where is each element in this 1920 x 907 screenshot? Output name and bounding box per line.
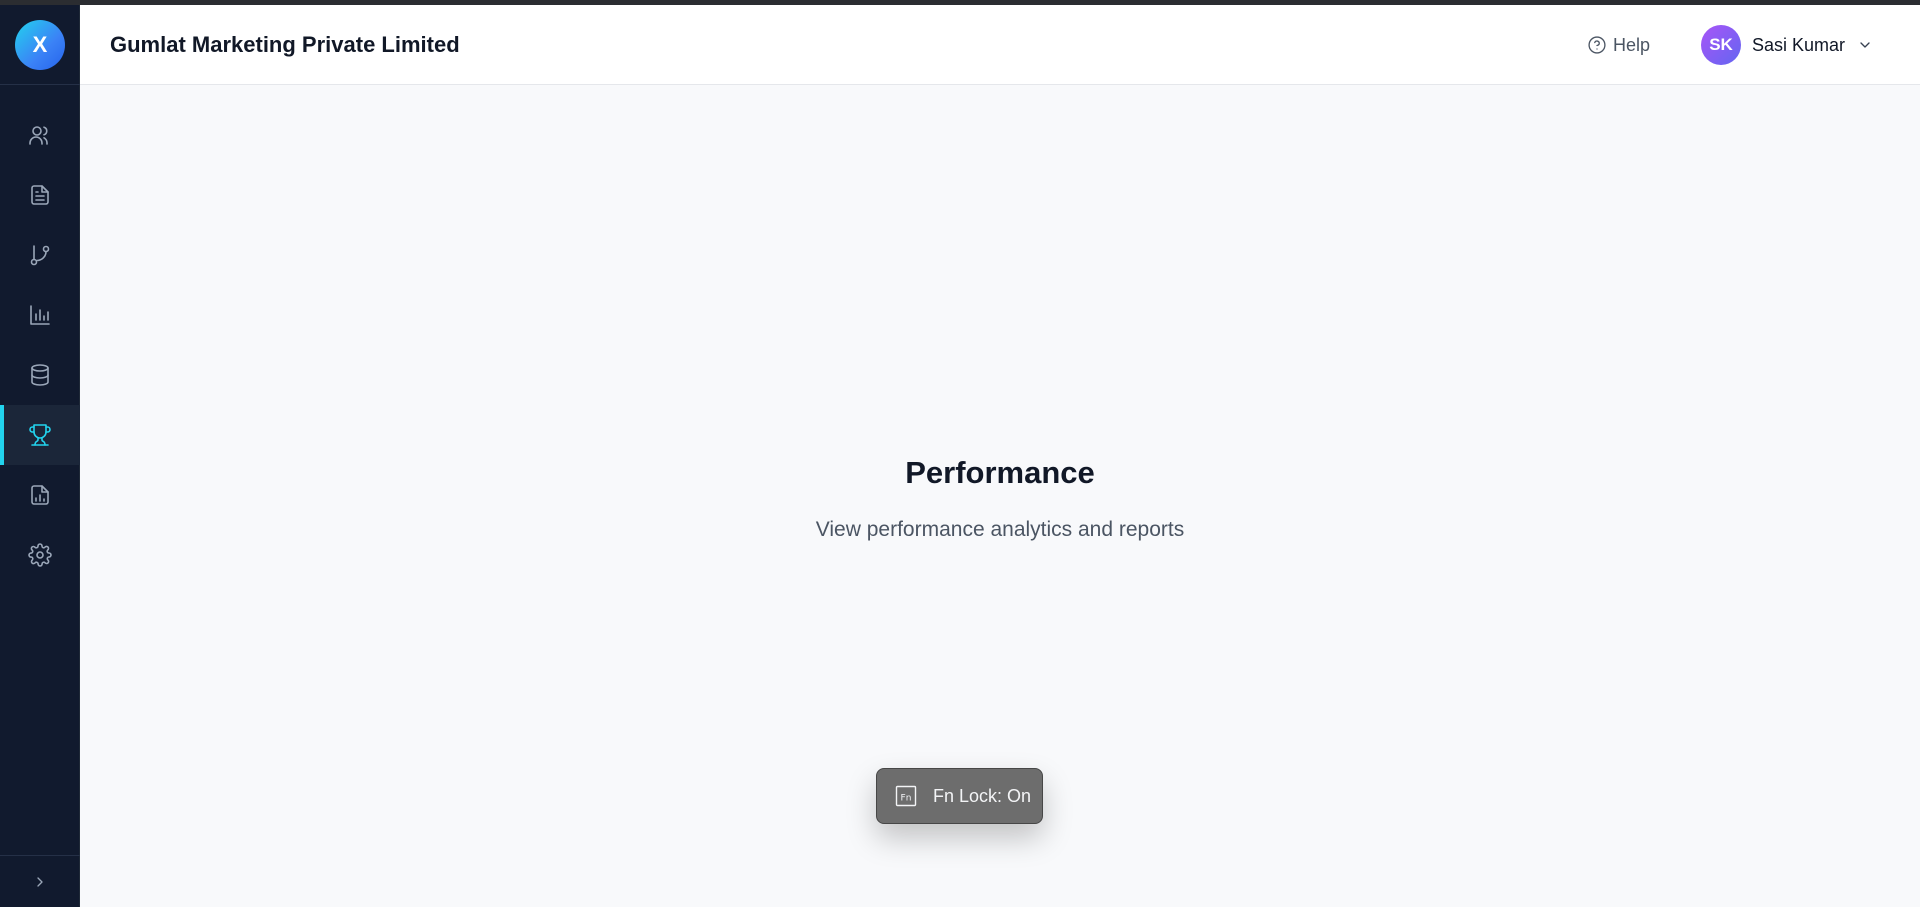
git-branch-icon [30, 245, 50, 266]
database-icon [31, 364, 49, 386]
sidebar-item-users[interactable] [0, 105, 80, 165]
user-name: Sasi Kumar [1752, 34, 1846, 55]
app-logo[interactable]: X [15, 19, 65, 70]
sidebar-expand-button[interactable] [0, 855, 80, 907]
fn-key-icon: Fn [895, 785, 917, 807]
sidebar-item-documents[interactable] [0, 165, 80, 225]
bar-chart-icon [30, 305, 50, 325]
users-icon [29, 126, 48, 145]
sidebar-item-reports[interactable] [0, 465, 80, 525]
help-circle-icon [1588, 36, 1606, 54]
fn-lock-notification: Fn Fn Lock: On [876, 768, 1043, 824]
sidebar: X [0, 0, 80, 907]
report-icon [31, 485, 49, 505]
sidebar-nav [0, 105, 80, 585]
user-menu[interactable]: SK Sasi Kumar [1701, 5, 1873, 85]
trophy-icon [29, 424, 51, 446]
sidebar-item-analytics[interactable] [0, 285, 80, 345]
document-icon [31, 185, 49, 205]
avatar: SK [1701, 25, 1741, 65]
sidebar-item-database[interactable] [0, 345, 80, 405]
page-title: Performance [905, 455, 1095, 490]
company-name: Gumlat Marketing Private Limited [110, 32, 460, 57]
chevron-right-icon [37, 876, 43, 887]
help-label: Help [1613, 34, 1651, 55]
help-button[interactable]: Help [1587, 5, 1650, 85]
chevron-down-icon [1860, 42, 1870, 48]
sidebar-item-workflows[interactable] [0, 225, 80, 285]
page-subtitle: View performance analytics and reports [815, 518, 1185, 541]
sidebar-item-performance[interactable] [0, 405, 80, 465]
fn-lock-text: Fn Lock: On [933, 785, 1032, 806]
logo-area: X [0, 5, 80, 85]
svg-text:Fn: Fn [901, 794, 912, 804]
window-top-border [0, 0, 1920, 5]
sidebar-item-settings[interactable] [0, 525, 80, 585]
top-header: Gumlat Marketing Private Limited Help SK… [80, 5, 1920, 85]
gear-icon [28, 543, 52, 567]
